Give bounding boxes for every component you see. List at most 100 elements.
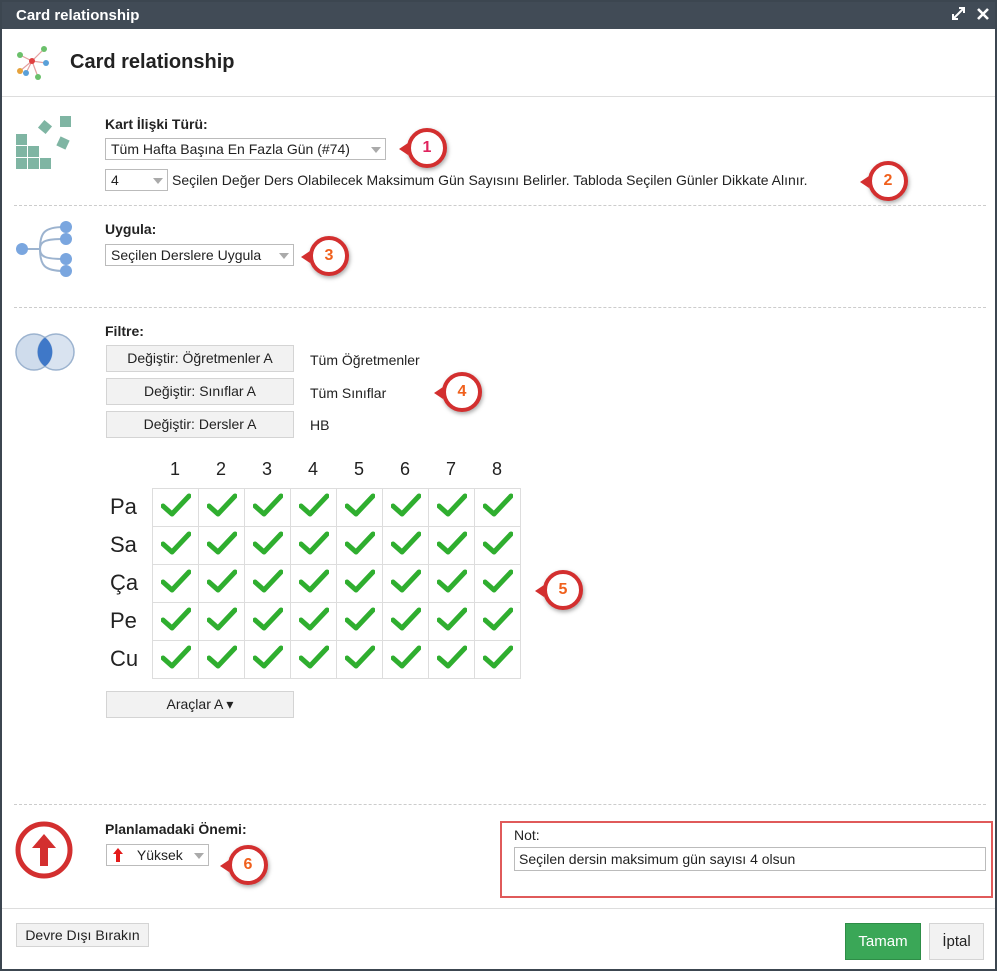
relation-type-select[interactable]: Tüm Hafta Başına En Fazla Gün (#74) <box>105 138 386 160</box>
checkmark-icon <box>390 569 421 597</box>
grid-cell[interactable] <box>198 602 245 641</box>
checkmark-icon <box>252 569 283 597</box>
checkmark-icon <box>344 607 375 635</box>
grid-cell[interactable] <box>198 526 245 565</box>
grid-cell[interactable] <box>198 640 245 679</box>
grid-row-header[interactable]: Cu <box>110 646 150 672</box>
grid-cell[interactable] <box>382 488 429 527</box>
note-input[interactable] <box>514 847 986 871</box>
relation-type-label: Kart İlişki Türü: <box>105 116 208 132</box>
grid-cell[interactable] <box>336 564 383 603</box>
apply-select[interactable]: Seçilen Derslere Uygula <box>105 244 294 266</box>
grid-column-header[interactable]: 5 <box>336 459 382 480</box>
grid-cell[interactable] <box>336 488 383 527</box>
change-teachers-button[interactable]: Değiştir: Öğretmenler A <box>106 345 294 372</box>
note-label: Not: <box>514 827 540 843</box>
grid-cell[interactable] <box>428 564 475 603</box>
grid-row <box>152 526 521 565</box>
checkmark-icon <box>298 607 329 635</box>
grid-row <box>152 640 521 679</box>
grid-cell[interactable] <box>290 640 337 679</box>
checkmark-icon <box>482 607 513 635</box>
filter-label: Filtre: <box>105 323 144 339</box>
checkmark-icon <box>160 531 191 559</box>
close-icon[interactable] <box>977 2 989 29</box>
cancel-button[interactable]: İptal <box>929 923 984 960</box>
grid-cell[interactable] <box>244 602 291 641</box>
grid-cell[interactable] <box>474 640 521 679</box>
grid-row <box>152 488 521 527</box>
checkmark-icon <box>298 493 329 521</box>
max-days-select[interactable]: 4 <box>105 169 168 191</box>
grid-row-header[interactable]: Pa <box>110 494 150 520</box>
grid-column-header[interactable]: 3 <box>244 459 290 480</box>
tools-button[interactable]: Araçlar A ▾ <box>106 691 294 718</box>
grid-cell[interactable] <box>336 640 383 679</box>
grid-row-header[interactable]: Sa <box>110 532 150 558</box>
ok-button[interactable]: Tamam <box>845 923 921 960</box>
chevron-down-icon <box>194 853 204 859</box>
relation-description: Seçilen Değer Ders Olabilecek Maksimum G… <box>172 172 808 188</box>
checkmark-icon <box>344 645 375 673</box>
grid-cell[interactable] <box>244 640 291 679</box>
importance-label: Planlamadaki Önemi: <box>105 821 247 837</box>
grid-cell[interactable] <box>290 488 337 527</box>
grid-cell[interactable] <box>336 602 383 641</box>
grid-cell[interactable] <box>428 488 475 527</box>
grid-cell[interactable] <box>198 488 245 527</box>
grid-cell[interactable] <box>428 526 475 565</box>
window-titlebar: Card relationship <box>2 2 995 29</box>
checkmark-icon <box>206 493 237 521</box>
grid-cell[interactable] <box>382 564 429 603</box>
checkmark-icon <box>298 531 329 559</box>
grid-cell[interactable] <box>244 526 291 565</box>
checkmark-icon <box>298 569 329 597</box>
grid-column-header[interactable]: 7 <box>428 459 474 480</box>
grid-cell[interactable] <box>382 640 429 679</box>
grid-row <box>152 564 521 603</box>
grid-cell[interactable] <box>474 488 521 527</box>
grid-column-header[interactable]: 6 <box>382 459 428 480</box>
grid-cell[interactable] <box>474 526 521 565</box>
grid-cell[interactable] <box>382 526 429 565</box>
chevron-down-icon <box>371 147 381 153</box>
grid-cell[interactable] <box>474 602 521 641</box>
checkmark-icon <box>206 645 237 673</box>
annotation-badge-4: 4 <box>434 372 482 412</box>
change-classes-button[interactable]: Değiştir: Sınıflar A <box>106 378 294 405</box>
note-panel: Not: <box>500 821 993 898</box>
grid-cell[interactable] <box>244 564 291 603</box>
grid-row-header[interactable]: Pe <box>110 608 150 634</box>
grid-cell[interactable] <box>382 602 429 641</box>
grid-cell[interactable] <box>152 640 199 679</box>
grid-cell[interactable] <box>198 564 245 603</box>
grid-cell[interactable] <box>152 564 199 603</box>
grid-cell[interactable] <box>428 640 475 679</box>
annotation-badge-1: 1 <box>399 128 447 168</box>
grid-column-header[interactable]: 2 <box>198 459 244 480</box>
grid-cell[interactable] <box>290 564 337 603</box>
grid-cell[interactable] <box>474 564 521 603</box>
grid-cell[interactable] <box>290 526 337 565</box>
checkmark-icon <box>390 607 421 635</box>
apply-label: Uygula: <box>105 221 157 237</box>
grid-cell[interactable] <box>336 526 383 565</box>
max-days-value: 4 <box>111 172 119 188</box>
grid-cell[interactable] <box>428 602 475 641</box>
grid-row-header[interactable]: Ça <box>110 570 150 596</box>
checkmark-icon <box>344 531 375 559</box>
grid-cell[interactable] <box>152 602 199 641</box>
maximize-icon[interactable] <box>952 2 965 29</box>
card-relationship-window: Card relationship Card relationship Kart… <box>0 0 997 971</box>
change-subjects-button[interactable]: Değiştir: Dersler A <box>106 411 294 438</box>
grid-cell[interactable] <box>152 488 199 527</box>
importance-select[interactable]: Yüksek <box>106 844 209 866</box>
grid-column-header[interactable]: 4 <box>290 459 336 480</box>
grid-cell[interactable] <box>152 526 199 565</box>
grid-column-header[interactable]: 8 <box>474 459 520 480</box>
grid-cell[interactable] <box>290 602 337 641</box>
disable-button[interactable]: Devre Dışı Bırakın <box>16 923 149 947</box>
grid-column-header[interactable]: 1 <box>152 459 198 480</box>
subjects-filter-value: HB <box>310 417 330 433</box>
grid-cell[interactable] <box>244 488 291 527</box>
